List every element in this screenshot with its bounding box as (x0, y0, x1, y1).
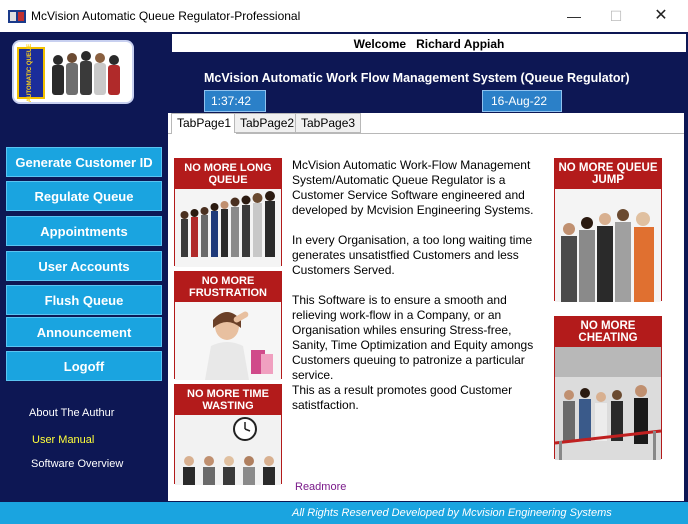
announcement-button[interactable]: Announcement (6, 317, 162, 347)
generate-customer-id-button[interactable]: Generate Customer ID (6, 147, 162, 177)
app-icon (8, 10, 26, 23)
maximize-button[interactable]: ☐ (606, 6, 626, 26)
description-text: McVision Automatic Work-Flow Management … (292, 158, 542, 428)
banner-frustration-heading: NO MORE FRUSTRATION (175, 272, 281, 302)
banner-queue-jump: NO MORE QUEUE JUMP (554, 158, 662, 302)
footer-copyright: All Rights Reserved Developed by Mcvisio… (292, 507, 612, 519)
logo-graphic: AUTOMATIC QUEUE (14, 42, 132, 102)
description-paragraph-4: This as a result promotes good Customer … (292, 383, 513, 412)
system-title: McVision Automatic Work Flow Management … (204, 71, 630, 85)
queue-people-image (175, 189, 281, 267)
close-button[interactable]: ✕ (651, 6, 671, 26)
welcome-label: Welcome (353, 37, 407, 51)
banner-time-wasting: NO MORE TIME WASTING (174, 384, 282, 485)
cheating-image (554, 347, 662, 460)
banner-frustration: NO MORE FRUSTRATION (174, 271, 282, 380)
tab-page-1-content: NO MORE LONG QUEUE NO MORE FRUSTRATION N… (168, 134, 684, 502)
tab-page-2[interactable]: TabPage2 (234, 113, 301, 133)
tab-content: NO MORE LONG QUEUE NO MORE FRUSTRATION N… (168, 133, 684, 501)
svg-text:AUTOMATIC QUEUE: AUTOMATIC QUEUE (27, 44, 33, 102)
user-accounts-button[interactable]: User Accounts (6, 251, 162, 281)
about-author-link[interactable]: About The Authur (29, 407, 114, 419)
date-display: 16-Aug-22 (482, 90, 562, 112)
regulate-queue-button[interactable]: Regulate Queue (6, 181, 162, 211)
description-paragraph-3: This Software is to ensure a smooth and … (292, 293, 534, 382)
readmore-link[interactable]: Readmore (295, 481, 346, 493)
flush-queue-button[interactable]: Flush Queue (6, 285, 162, 315)
user-name: Richard Appiah (416, 37, 505, 51)
logoff-button[interactable]: Logoff (6, 351, 162, 381)
description-paragraph-2: In every Organisation, a too long waitin… (292, 233, 533, 277)
software-overview-link[interactable]: Software Overview (31, 458, 123, 470)
queue-jump-image (555, 189, 661, 302)
time-display: 1:37:42 (204, 90, 266, 112)
banner-queue-jump-heading: NO MORE QUEUE JUMP (555, 159, 661, 189)
frustrated-woman-image (175, 302, 281, 380)
welcome-bar: Welcome Richard Appiah (172, 34, 686, 52)
appointments-button[interactable]: Appointments (6, 216, 162, 246)
title-bar: McVision Automatic Queue Regulator-Profe… (0, 0, 688, 32)
user-manual-link[interactable]: User Manual (32, 434, 94, 446)
banner-long-queue-heading: NO MORE LONG QUEUE (175, 159, 281, 189)
tab-page-1[interactable]: TabPage1 (171, 113, 238, 134)
banner-cheating: NO MORE CHEATING (554, 316, 662, 460)
tab-page-3[interactable]: TabPage3 (295, 113, 362, 133)
banner-long-queue: NO MORE LONG QUEUE (174, 158, 282, 267)
tab-panel: NO MORE LONG QUEUE NO MORE FRUSTRATION N… (168, 113, 684, 501)
app-logo: AUTOMATIC QUEUE (12, 40, 134, 104)
window-title: McVision Automatic Queue Regulator-Profe… (31, 9, 301, 23)
banner-time-wasting-heading: NO MORE TIME WASTING (175, 385, 281, 415)
banner-cheating-heading: NO MORE CHEATING (555, 317, 661, 347)
description-paragraph-1: McVision Automatic Work-Flow Management … (292, 158, 534, 217)
minimize-button[interactable]: — (564, 6, 584, 26)
footer-bar: All Rights Reserved Developed by Mcvisio… (0, 502, 688, 524)
waiting-clock-image (175, 415, 281, 485)
